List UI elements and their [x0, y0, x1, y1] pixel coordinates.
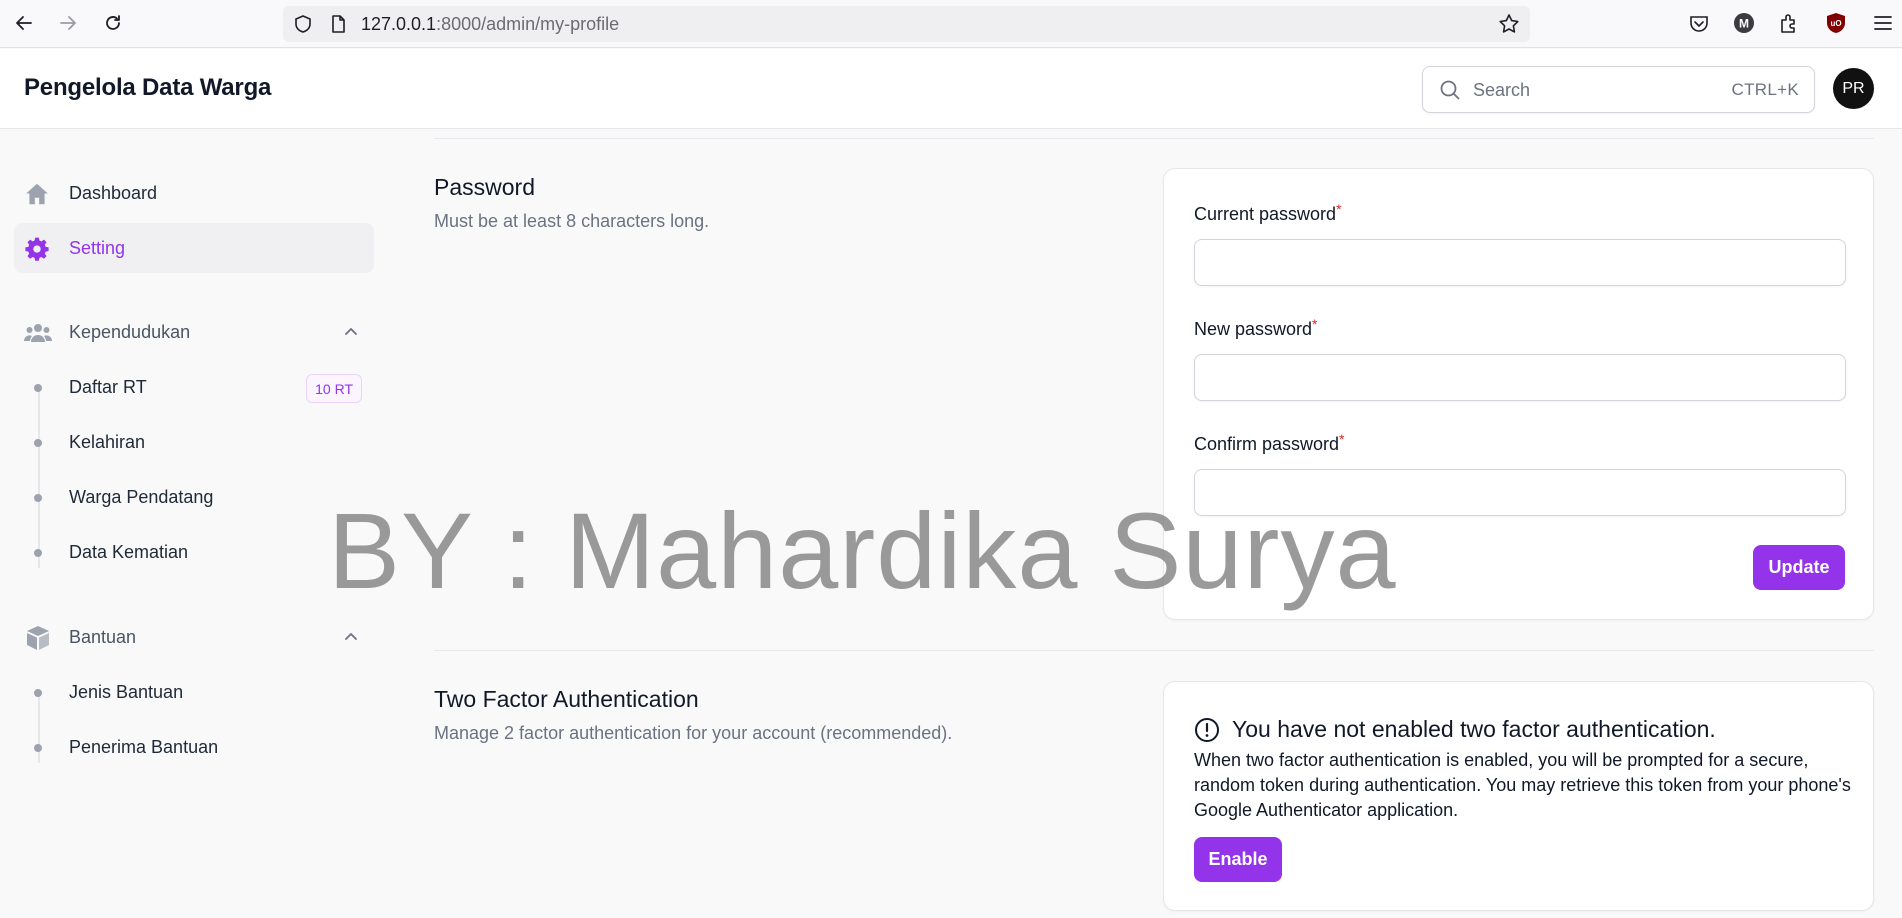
sidebar-group-label: Bantuan [69, 627, 137, 647]
sidebar-item-label: Warga Pendatang [69, 487, 214, 507]
bullet-dot [34, 744, 42, 752]
sidebar-item-warga-pendatang[interactable]: Warga Pendatang [14, 478, 374, 518]
new-password-label: New password* [1194, 316, 1318, 340]
current-password-label: Current password* [1194, 201, 1342, 225]
sidebar-item-label: Setting [69, 237, 126, 258]
sidebar-group-kependudukan[interactable]: Kependudukan [14, 313, 374, 353]
sidebar-group-label: Kependudukan [69, 322, 191, 342]
sidebar-item-data-kematian[interactable]: Data Kematian [14, 533, 374, 573]
pocket-icon[interactable] [1688, 12, 1710, 34]
tfa-status-text: When two factor authentication is enable… [1194, 750, 1851, 820]
required-mark: * [1339, 431, 1345, 447]
alert-circle-icon [1195, 717, 1219, 742]
reload-icon[interactable] [101, 11, 125, 35]
bullet-dot [34, 689, 42, 697]
sidebar-item-label: Jenis Bantuan [69, 682, 184, 702]
search-shortcut: CTRL+K [1731, 80, 1799, 99]
home-icon [26, 183, 48, 205]
global-search-input[interactable]: Search CTRL+K [1422, 66, 1815, 113]
bullet-dot [34, 549, 42, 557]
search-icon [1440, 80, 1460, 100]
sidebar-item-daftar-rt[interactable]: Daftar RT 10 RT [14, 368, 374, 408]
sidebar-item-penerima-bantuan[interactable]: Penerima Bantuan [14, 728, 374, 768]
sidebar-item-setting[interactable]: Setting [14, 223, 374, 273]
password-form-card: Current password* New password* Confirm … [1163, 168, 1874, 620]
cube-icon [27, 626, 49, 650]
forward-icon[interactable] [56, 11, 80, 35]
url-host: 127.0.0.1 [361, 13, 437, 34]
update-password-button[interactable]: Update [1753, 545, 1845, 590]
section-divider [434, 138, 1874, 139]
app-header: Pengelola Data Warga Search CTRL+K PR [0, 49, 1902, 129]
account-m-icon[interactable]: M [1733, 12, 1755, 34]
tfa-status-title: You have not enabled two factor authenti… [1194, 716, 1716, 743]
page-icon [328, 14, 348, 34]
sidebar-item-label: Kelahiran [69, 432, 146, 452]
bullet-dot [34, 384, 42, 392]
shield-icon[interactable] [293, 14, 313, 34]
field-label-text: Current password [1194, 204, 1337, 224]
section-divider [434, 650, 1874, 651]
address-bar[interactable]: 127.0.0.1:8000/admin/my-profile [283, 6, 1530, 42]
sidebar: Dashboard Setting Kependudukan Daftar RT… [0, 130, 390, 918]
sidebar-item-kelahiran[interactable]: Kelahiran [14, 423, 374, 463]
users-icon [24, 324, 52, 342]
sidebar-item-label: Daftar RT [69, 377, 147, 397]
svg-text:uO: uO [1830, 19, 1841, 28]
chevron-up-icon[interactable] [342, 323, 360, 341]
sidebar-item-jenis-bantuan[interactable]: Jenis Bantuan [14, 673, 374, 713]
current-password-field[interactable] [1194, 239, 1846, 286]
required-mark: * [1312, 316, 1318, 332]
confirm-password-field[interactable] [1194, 469, 1846, 516]
ublock-icon[interactable]: uO [1825, 12, 1847, 34]
menu-icon[interactable] [1872, 12, 1894, 34]
browser-toolbar: 127.0.0.1:8000/admin/my-profile M uO [0, 0, 1902, 48]
tfa-section-title: Two Factor Authentication [434, 686, 699, 712]
gear-icon [25, 237, 49, 261]
password-section-title: Password [434, 174, 535, 200]
svg-text:M: M [1739, 17, 1749, 31]
bullet-dot [34, 439, 42, 447]
tfa-status-title-text: You have not enabled two factor authenti… [1232, 716, 1716, 742]
bookmark-star-icon[interactable] [1498, 13, 1520, 35]
tfa-section-description: Manage 2 factor authentication for your … [434, 723, 953, 743]
url-text: 127.0.0.1:8000/admin/my-profile [361, 14, 619, 35]
user-avatar[interactable]: PR [1833, 68, 1874, 109]
password-section-description: Must be at least 8 characters long. [434, 211, 710, 231]
new-password-field[interactable] [1194, 354, 1846, 401]
sidebar-item-label: Data Kematian [69, 542, 189, 562]
tfa-card: You have not enabled two factor authenti… [1163, 681, 1874, 911]
search-placeholder: Search [1473, 80, 1531, 100]
url-path: :8000/admin/my-profile [436, 13, 620, 34]
brand-title[interactable]: Pengelola Data Warga [24, 74, 271, 102]
back-icon[interactable] [12, 11, 36, 35]
chevron-up-icon[interactable] [342, 628, 360, 646]
sidebar-item-dashboard[interactable]: Dashboard [14, 168, 374, 218]
field-label-text: New password [1194, 319, 1313, 339]
confirm-password-label: Confirm password* [1194, 431, 1345, 455]
count-badge: 10 RT [306, 374, 362, 403]
sidebar-item-label: Dashboard [69, 182, 158, 203]
required-mark: * [1336, 201, 1342, 217]
sidebar-item-label: Penerima Bantuan [69, 737, 219, 757]
bullet-dot [34, 494, 42, 502]
enable-tfa-button[interactable]: Enable [1194, 837, 1282, 882]
sidebar-group-bantuan[interactable]: Bantuan [14, 618, 374, 658]
field-label-text: Confirm password [1194, 434, 1340, 454]
extensions-icon[interactable] [1778, 12, 1800, 34]
